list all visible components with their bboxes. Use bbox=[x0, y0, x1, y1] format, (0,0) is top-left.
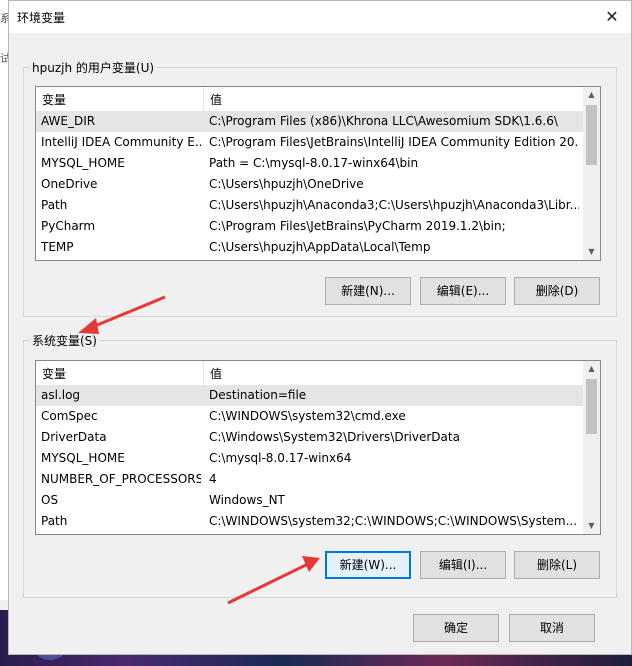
column-header-value[interactable]: 值 bbox=[210, 365, 222, 382]
scroll-down-icon[interactable]: ▼ bbox=[583, 518, 600, 534]
variable-name: TEMP bbox=[41, 240, 74, 254]
list-item[interactable]: MYSQL_HOME Path = C:\mysql-8.0.17-winx64… bbox=[36, 153, 600, 174]
title-bar: 环境变量 ✕ bbox=[9, 1, 631, 33]
variable-value: C:\Users\hpuzjh\AppData\Local\Temp bbox=[209, 240, 431, 254]
list-item[interactable]: TEMP C:\Users\hpuzjh\AppData\Local\Temp bbox=[36, 237, 600, 258]
list-item[interactable]: IntelliJ IDEA Community E... C:\Program … bbox=[36, 132, 600, 153]
variable-name: Path bbox=[41, 198, 68, 212]
column-divider[interactable] bbox=[203, 361, 204, 385]
list-item[interactable]: DriverData C:\Windows\System32\Drivers\D… bbox=[36, 427, 600, 448]
variable-name: asl.log bbox=[41, 388, 81, 402]
variable-name: DriverData bbox=[41, 430, 107, 444]
vertical-scrollbar[interactable]: ▲ ▼ bbox=[583, 87, 600, 260]
window-title: 环境变量 bbox=[17, 11, 66, 25]
variable-name: MYSQL_HOME bbox=[41, 451, 125, 465]
variable-value: 4 bbox=[209, 472, 217, 486]
list-item[interactable]: Path C:\WINDOWS\system32;C:\WINDOWS;C:\W… bbox=[36, 511, 600, 532]
variable-name: ComSpec bbox=[41, 409, 98, 423]
close-icon[interactable]: ✕ bbox=[601, 6, 623, 28]
variable-value: C:\mysql-8.0.17-winx64 bbox=[209, 451, 352, 465]
column-header-value[interactable]: 值 bbox=[210, 91, 222, 108]
list-item[interactable]: MYSQL_HOME C:\mysql-8.0.17-winx64 bbox=[36, 448, 600, 469]
user-variables-list[interactable]: 变量 值 AWE_DIR C:\Program Files (x86)\Khro… bbox=[35, 86, 601, 261]
system-edit-button[interactable]: 编辑(I)... bbox=[420, 551, 506, 579]
list-item[interactable]: Path C:\Users\hpuzjh\Anaconda3;C:\Users\… bbox=[36, 195, 600, 216]
scroll-up-icon[interactable]: ▲ bbox=[583, 87, 600, 103]
variable-value: C:\Users\hpuzjh\OneDrive bbox=[209, 177, 364, 191]
variable-value: Path = C:\mysql-8.0.17-winx64\bin bbox=[209, 156, 419, 170]
variable-value: C:\Users\hpuzjh\Anaconda3;C:\Users\hpuzj… bbox=[209, 198, 579, 212]
variable-name: NUMBER_OF_PROCESSORS bbox=[41, 472, 201, 486]
system-delete-button[interactable]: 删除(L) bbox=[514, 551, 600, 579]
column-header-variable[interactable]: 变量 bbox=[42, 91, 66, 108]
scroll-up-icon[interactable]: ▲ bbox=[583, 361, 600, 377]
variable-name: PyCharm bbox=[41, 219, 96, 233]
variable-name: OS bbox=[41, 493, 59, 507]
scroll-thumb[interactable] bbox=[586, 379, 597, 434]
variable-value: Windows_NT bbox=[209, 493, 285, 507]
scroll-down-icon[interactable]: ▼ bbox=[583, 244, 600, 260]
environment-variables-dialog: 环境变量 ✕ hpuzjh 的用户变量(U) 变量 值 AWE_DIR C:\P… bbox=[8, 0, 632, 655]
ok-button[interactable]: 确定 bbox=[413, 614, 499, 642]
variable-name: IntelliJ IDEA Community E... bbox=[41, 135, 201, 149]
variable-name: OneDrive bbox=[41, 177, 98, 191]
variable-value: C:\Program Files (x86)\Khrona LLC\Awesom… bbox=[209, 114, 558, 128]
list-item[interactable]: PyCharm C:\Program Files\JetBrains\PyCha… bbox=[36, 216, 600, 237]
variable-name: Path bbox=[41, 514, 68, 528]
system-variables-label: 系统变量(S) bbox=[30, 332, 99, 349]
column-divider[interactable] bbox=[203, 87, 204, 111]
list-item[interactable]: NUMBER_OF_PROCESSORS 4 bbox=[36, 469, 600, 490]
system-variables-list[interactable]: 变量 值 asl.log Destination=file ComSpec C:… bbox=[35, 360, 601, 535]
list-header: 变量 值 bbox=[36, 87, 600, 112]
user-new-button[interactable]: 新建(N)... bbox=[325, 277, 411, 305]
list-item[interactable]: OS Windows_NT bbox=[36, 490, 600, 511]
vertical-scrollbar[interactable]: ▲ ▼ bbox=[583, 361, 600, 534]
column-header-variable[interactable]: 变量 bbox=[42, 365, 66, 382]
list-item[interactable]: asl.log Destination=file bbox=[36, 385, 600, 406]
variable-name: AWE_DIR bbox=[41, 114, 96, 128]
user-delete-button[interactable]: 删除(D) bbox=[514, 277, 600, 305]
variable-value: C:\WINDOWS\system32;C:\WINDOWS;C:\WINDOW… bbox=[209, 514, 578, 528]
variable-value: Destination=file bbox=[209, 388, 307, 402]
variable-value: C:\Program Files\JetBrains\PyCharm 2019.… bbox=[209, 219, 506, 233]
list-item[interactable]: ComSpec C:\WINDOWS\system32\cmd.exe bbox=[36, 406, 600, 427]
cancel-button[interactable]: 取消 bbox=[509, 614, 595, 642]
variable-value: C:\Program Files\JetBrains\IntelliJ IDEA… bbox=[209, 135, 579, 149]
user-variables-label: hpuzjh 的用户变量(U) bbox=[30, 59, 157, 76]
list-header: 变量 值 bbox=[36, 361, 600, 386]
scroll-thumb[interactable] bbox=[586, 105, 597, 165]
list-item[interactable]: OneDrive C:\Users\hpuzjh\OneDrive bbox=[36, 174, 600, 195]
system-new-button[interactable]: 新建(W)... bbox=[325, 551, 411, 579]
list-item[interactable]: AWE_DIR C:\Program Files (x86)\Khrona LL… bbox=[36, 111, 600, 132]
user-edit-button[interactable]: 编辑(E)... bbox=[420, 277, 506, 305]
variable-value: C:\WINDOWS\system32\cmd.exe bbox=[209, 409, 406, 423]
variable-value: C:\Windows\System32\Drivers\DriverData bbox=[209, 430, 460, 444]
variable-name: MYSQL_HOME bbox=[41, 156, 125, 170]
